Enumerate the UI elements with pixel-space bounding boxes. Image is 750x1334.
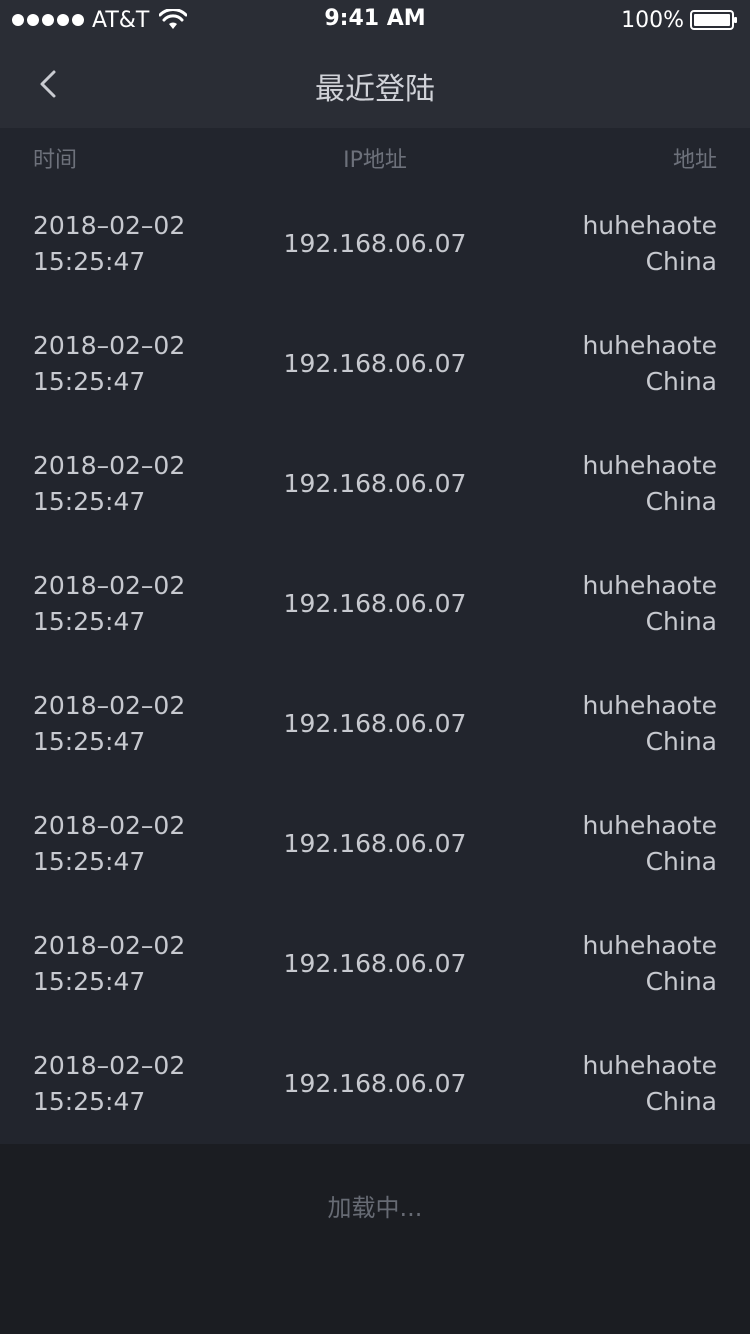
header-ip: IP地址 [343, 148, 407, 173]
login-history-table: 时间 IP地址 地址 2018–02–02 15:25:47 192.168.0… [0, 128, 750, 1144]
table-header: 时间 IP地址 地址 [0, 128, 750, 184]
row-address: huhehaote China [582, 928, 717, 1000]
row-city: huhehaote [582, 931, 717, 960]
loading-indicator: 加载中... [327, 1194, 423, 1222]
battery-icon [690, 10, 737, 30]
row-city: huhehaote [582, 811, 717, 840]
row-city: huhehaote [582, 691, 717, 720]
table-row: 2018–02–02 15:25:47 192.168.06.07 huheha… [0, 664, 750, 784]
row-city: huhehaote [582, 1051, 717, 1080]
row-country: China [645, 1087, 717, 1116]
header-address: 地址 [672, 148, 717, 173]
row-country: China [645, 367, 717, 396]
page-title: 最近登陆 [315, 72, 435, 107]
row-city: huhehaote [582, 211, 717, 240]
status-right: 100% [621, 6, 738, 34]
row-address: huhehaote China [582, 1048, 717, 1120]
table-row: 2018–02–02 15:25:47 192.168.06.07 huheha… [0, 424, 750, 544]
row-city: huhehaote [582, 451, 717, 480]
table-row: 2018–02–02 15:25:47 192.168.06.07 huheha… [0, 184, 750, 304]
row-country: China [645, 247, 717, 276]
table-row: 2018–02–02 15:25:47 192.168.06.07 huheha… [0, 904, 750, 1024]
row-address: huhehaote China [582, 688, 717, 760]
row-address: huhehaote China [582, 448, 717, 520]
row-address: huhehaote China [582, 208, 717, 280]
row-country: China [645, 967, 717, 996]
row-address: huhehaote China [582, 808, 717, 880]
row-city: huhehaote [582, 571, 717, 600]
table-row: 2018–02–02 15:25:47 192.168.06.07 huheha… [0, 544, 750, 664]
row-country: China [645, 487, 717, 516]
load-more-footer: 加载中... [0, 1144, 750, 1334]
navigation-bar: 最近登陆 [0, 40, 750, 128]
row-address: huhehaote China [582, 328, 717, 400]
row-country: China [645, 727, 717, 756]
row-country: China [645, 607, 717, 636]
row-address: huhehaote China [582, 568, 717, 640]
battery-percent: 100% [621, 7, 684, 33]
table-row: 2018–02–02 15:25:47 192.168.06.07 huheha… [0, 304, 750, 424]
table-row: 2018–02–02 15:25:47 192.168.06.07 huheha… [0, 784, 750, 904]
table-body: 2018–02–02 15:25:47 192.168.06.07 huheha… [0, 184, 750, 1144]
status-bar: AT&T 9:41 AM 100% [0, 0, 750, 40]
row-city: huhehaote [582, 331, 717, 360]
row-country: China [645, 847, 717, 876]
table-row: 2018–02–02 15:25:47 192.168.06.07 huheha… [0, 1024, 750, 1144]
